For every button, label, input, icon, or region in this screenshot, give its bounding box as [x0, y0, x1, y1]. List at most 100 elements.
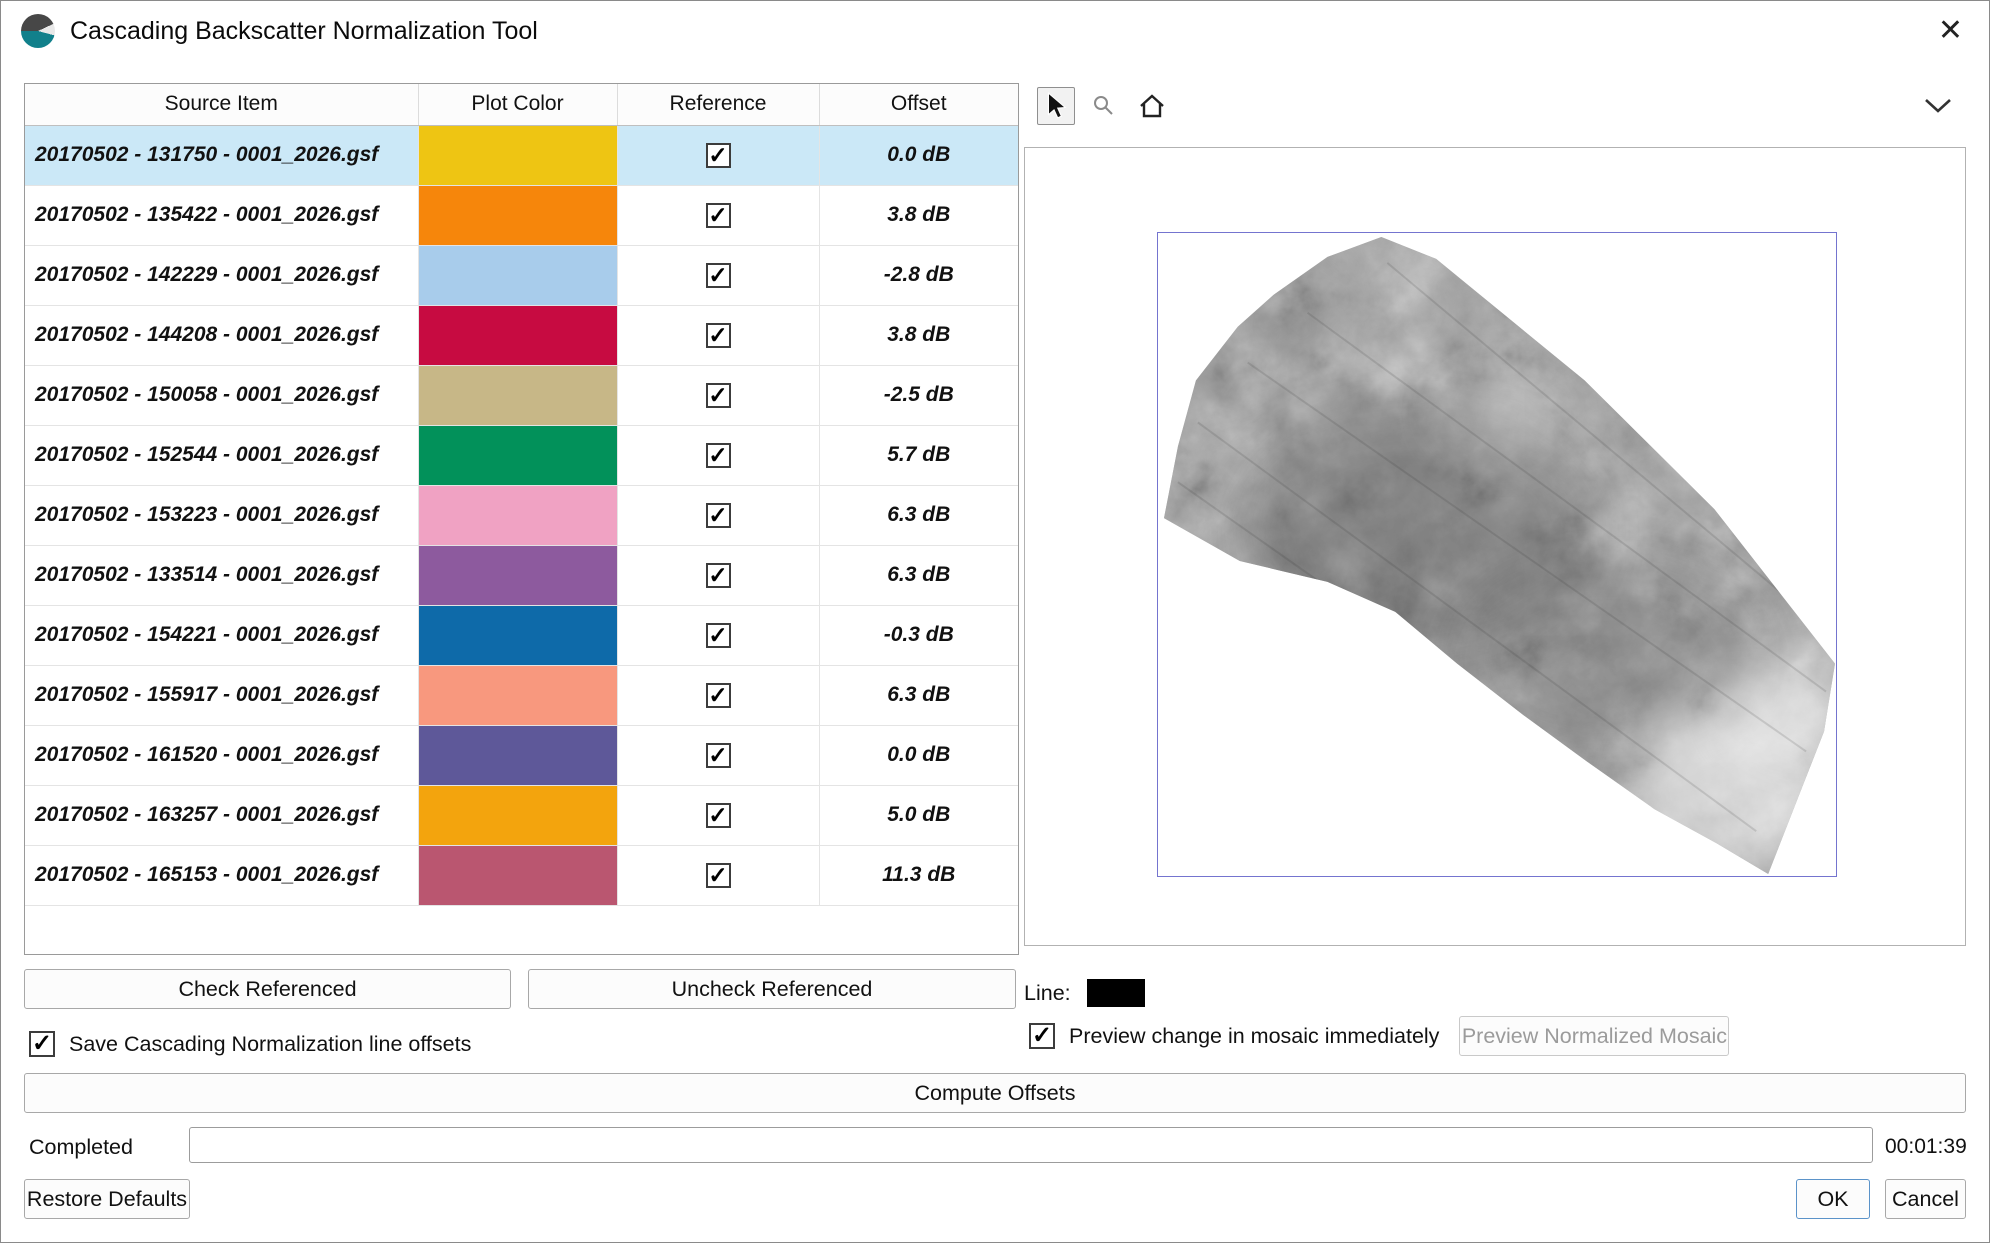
offset-value: 5.7 dB: [819, 425, 1018, 485]
plot-color-swatch[interactable]: [418, 725, 617, 785]
offset-value: 6.3 dB: [819, 545, 1018, 605]
plot-color-swatch[interactable]: [418, 185, 617, 245]
source-item-label[interactable]: 20170502 - 153223 - 0001_2026.gsf: [25, 485, 418, 545]
table-row[interactable]: 20170502 - 161520 - 0001_2026.gsf ✓ 0.0 …: [25, 725, 1018, 785]
table-body: 20170502 - 131750 - 0001_2026.gsf ✓ 0.0 …: [25, 125, 1018, 905]
source-item-label[interactable]: 20170502 - 152544 - 0001_2026.gsf: [25, 425, 418, 485]
reference-checkbox[interactable]: ✓: [706, 263, 731, 288]
plot-color-swatch[interactable]: [418, 845, 617, 905]
save-offsets-label: Save Cascading Normalization line offset…: [69, 1032, 471, 1057]
viewer-toolbar: [1037, 87, 1171, 125]
plot-color-swatch[interactable]: [418, 545, 617, 605]
cancel-button[interactable]: Cancel: [1885, 1179, 1966, 1219]
backscatter-mosaic-image: [1158, 233, 1836, 876]
plot-color-swatch[interactable]: [418, 245, 617, 305]
reference-checkbox[interactable]: ✓: [706, 803, 731, 828]
table-row[interactable]: 20170502 - 135422 - 0001_2026.gsf ✓ 3.8 …: [25, 185, 1018, 245]
source-item-label[interactable]: 20170502 - 155917 - 0001_2026.gsf: [25, 665, 418, 725]
line-color-swatch[interactable]: [1087, 979, 1145, 1007]
offset-value: 0.0 dB: [819, 725, 1018, 785]
plot-color-swatch[interactable]: [418, 605, 617, 665]
source-item-label[interactable]: 20170502 - 135422 - 0001_2026.gsf: [25, 185, 418, 245]
reference-checkbox[interactable]: ✓: [706, 863, 731, 888]
source-item-label[interactable]: 20170502 - 165153 - 0001_2026.gsf: [25, 845, 418, 905]
table-row[interactable]: 20170502 - 144208 - 0001_2026.gsf ✓ 3.8 …: [25, 305, 1018, 365]
table-row[interactable]: 20170502 - 163257 - 0001_2026.gsf ✓ 5.0 …: [25, 785, 1018, 845]
source-item-label[interactable]: 20170502 - 133514 - 0001_2026.gsf: [25, 545, 418, 605]
source-item-label[interactable]: 20170502 - 131750 - 0001_2026.gsf: [25, 125, 418, 185]
reference-checkbox[interactable]: ✓: [706, 143, 731, 168]
preview-normalized-mosaic-button[interactable]: Preview Normalized Mosaic: [1459, 1016, 1729, 1056]
compute-offsets-button[interactable]: Compute Offsets: [24, 1073, 1966, 1113]
mosaic-viewer-panel[interactable]: [1024, 147, 1966, 946]
reference-checkbox[interactable]: ✓: [706, 383, 731, 408]
source-item-label[interactable]: 20170502 - 142229 - 0001_2026.gsf: [25, 245, 418, 305]
table-row[interactable]: 20170502 - 133514 - 0001_2026.gsf ✓ 6.3 …: [25, 545, 1018, 605]
table-row[interactable]: 20170502 - 131750 - 0001_2026.gsf ✓ 0.0 …: [25, 125, 1018, 185]
source-item-label[interactable]: 20170502 - 154221 - 0001_2026.gsf: [25, 605, 418, 665]
offset-value: -2.8 dB: [819, 245, 1018, 305]
elapsed-time: 00:01:39: [1885, 1135, 1967, 1159]
progress-label: Completed: [29, 1135, 133, 1160]
zoom-icon[interactable]: [1085, 87, 1123, 125]
plot-color-swatch[interactable]: [418, 425, 617, 485]
offset-value: 6.3 dB: [819, 485, 1018, 545]
column-header-reference[interactable]: Reference: [617, 84, 819, 125]
table-row[interactable]: 20170502 - 142229 - 0001_2026.gsf ✓ -2.8…: [25, 245, 1018, 305]
plot-color-swatch[interactable]: [418, 125, 617, 185]
table-row[interactable]: 20170502 - 165153 - 0001_2026.gsf ✓ 11.3…: [25, 845, 1018, 905]
offset-value: 3.8 dB: [819, 185, 1018, 245]
offset-value: 11.3 dB: [819, 845, 1018, 905]
plot-color-swatch[interactable]: [418, 485, 617, 545]
home-icon[interactable]: [1133, 87, 1171, 125]
source-item-label[interactable]: 20170502 - 144208 - 0001_2026.gsf: [25, 305, 418, 365]
plot-color-swatch[interactable]: [418, 665, 617, 725]
ok-button[interactable]: OK: [1796, 1179, 1870, 1219]
close-icon[interactable]: ✕: [1938, 13, 1963, 49]
line-label: Line:: [1024, 981, 1071, 1006]
save-offsets-checkbox[interactable]: ✓: [29, 1031, 55, 1057]
progress-bar: [189, 1127, 1873, 1163]
title-bar: Cascading Backscatter Normalization Tool…: [1, 1, 1989, 61]
plot-color-swatch[interactable]: [418, 305, 617, 365]
source-item-label[interactable]: 20170502 - 150058 - 0001_2026.gsf: [25, 365, 418, 425]
table-row[interactable]: 20170502 - 150058 - 0001_2026.gsf ✓ -2.5…: [25, 365, 1018, 425]
column-header-source-item[interactable]: Source Item: [25, 84, 418, 125]
table-row[interactable]: 20170502 - 152544 - 0001_2026.gsf ✓ 5.7 …: [25, 425, 1018, 485]
column-header-offset[interactable]: Offset: [819, 84, 1018, 125]
dialog-window: Cascading Backscatter Normalization Tool…: [0, 0, 1990, 1243]
offset-value: 6.3 dB: [819, 665, 1018, 725]
restore-defaults-button[interactable]: Restore Defaults: [24, 1179, 190, 1219]
chevron-down-icon[interactable]: [1921, 95, 1955, 117]
window-title: Cascading Backscatter Normalization Tool: [70, 17, 538, 46]
reference-checkbox[interactable]: ✓: [706, 563, 731, 588]
offset-value: 3.8 dB: [819, 305, 1018, 365]
reference-checkbox[interactable]: ✓: [706, 443, 731, 468]
app-logo-icon: [21, 14, 55, 48]
uncheck-referenced-button[interactable]: Uncheck Referenced: [528, 969, 1016, 1009]
reference-checkbox[interactable]: ✓: [706, 323, 731, 348]
table-row[interactable]: 20170502 - 154221 - 0001_2026.gsf ✓ -0.3…: [25, 605, 1018, 665]
source-item-label[interactable]: 20170502 - 163257 - 0001_2026.gsf: [25, 785, 418, 845]
table-row[interactable]: 20170502 - 155917 - 0001_2026.gsf ✓ 6.3 …: [25, 665, 1018, 725]
table-row[interactable]: 20170502 - 153223 - 0001_2026.gsf ✓ 6.3 …: [25, 485, 1018, 545]
source-items-table: Source Item Plot Color Reference Offset …: [24, 83, 1019, 955]
offset-value: -0.3 dB: [819, 605, 1018, 665]
mosaic-viewport[interactable]: [1157, 232, 1837, 877]
offset-value: 5.0 dB: [819, 785, 1018, 845]
reference-checkbox[interactable]: ✓: [706, 503, 731, 528]
check-referenced-button[interactable]: Check Referenced: [24, 969, 511, 1009]
plot-color-swatch[interactable]: [418, 365, 617, 425]
plot-color-swatch[interactable]: [418, 785, 617, 845]
preview-immediately-label: Preview change in mosaic immediately: [1069, 1024, 1439, 1049]
reference-checkbox[interactable]: ✓: [706, 623, 731, 648]
source-item-label[interactable]: 20170502 - 161520 - 0001_2026.gsf: [25, 725, 418, 785]
preview-immediately-checkbox[interactable]: ✓: [1029, 1023, 1055, 1049]
reference-checkbox[interactable]: ✓: [706, 743, 731, 768]
reference-checkbox[interactable]: ✓: [706, 683, 731, 708]
reference-checkbox[interactable]: ✓: [706, 203, 731, 228]
table-header-row: Source Item Plot Color Reference Offset: [25, 84, 1018, 125]
select-cursor-icon[interactable]: [1037, 87, 1075, 125]
offset-value: -2.5 dB: [819, 365, 1018, 425]
column-header-plot-color[interactable]: Plot Color: [418, 84, 617, 125]
